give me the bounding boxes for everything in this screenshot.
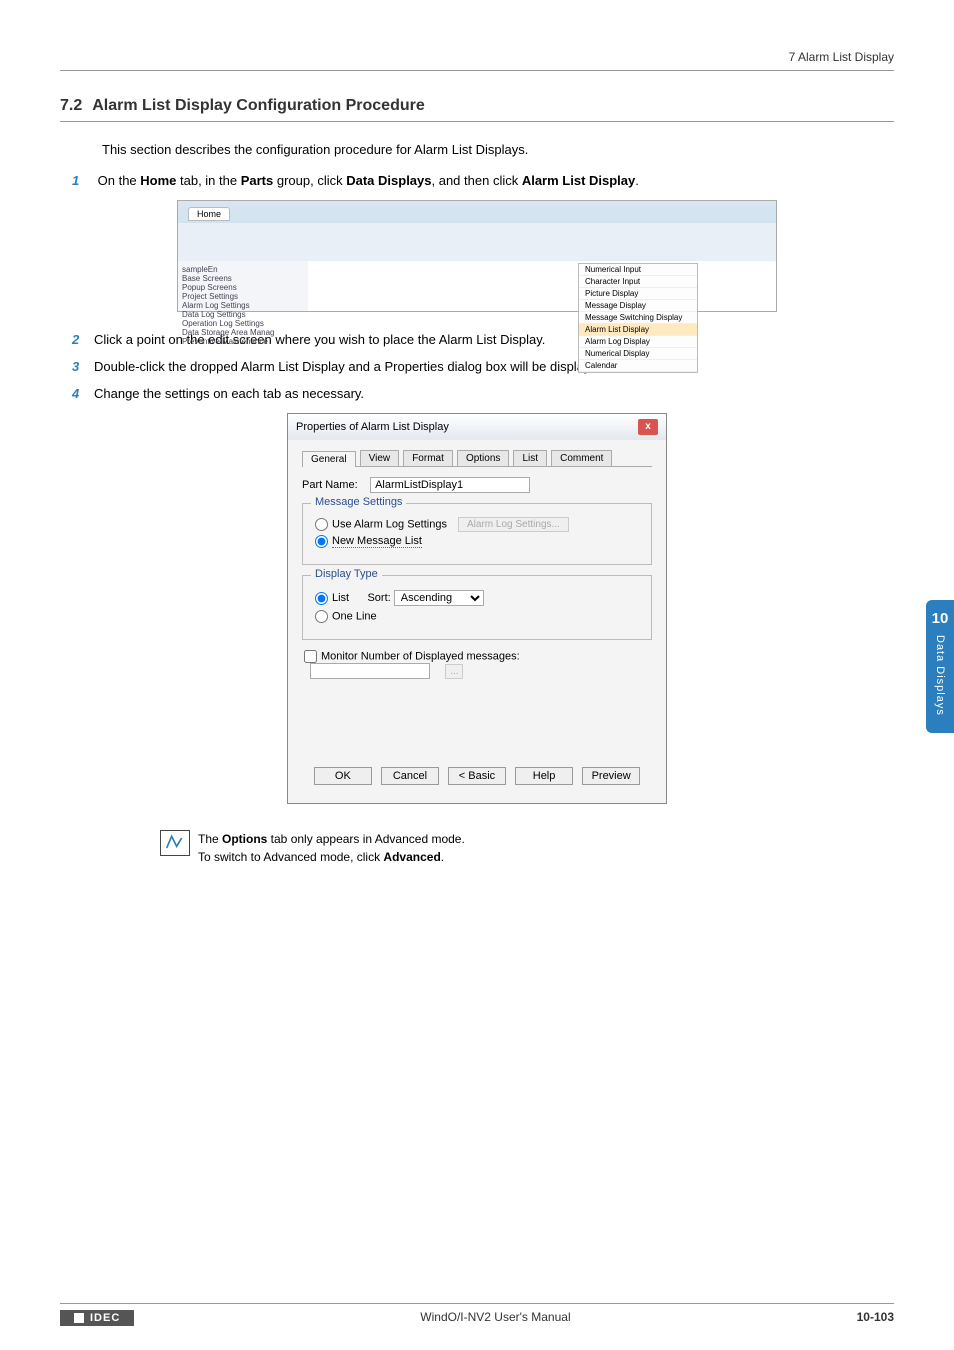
tab-format[interactable]: Format bbox=[403, 450, 453, 466]
menu-item[interactable]: Picture Display bbox=[579, 288, 697, 300]
menu-item[interactable]: Character Input bbox=[579, 276, 697, 288]
group-label-disp: Display Type bbox=[311, 568, 382, 580]
note: The Options tab only appears in Advanced… bbox=[160, 830, 894, 866]
sort-select[interactable]: Ascending bbox=[394, 590, 484, 606]
alarm-log-settings-button[interactable]: Alarm Log Settings... bbox=[458, 517, 569, 532]
footer-center: WindO/I-NV2 User's Manual bbox=[420, 1310, 570, 1326]
ok-button[interactable]: OK bbox=[314, 767, 372, 785]
menu-item[interactable]: Alarm Log Display bbox=[579, 336, 697, 348]
sort-label: Sort: bbox=[367, 592, 390, 604]
note-icon bbox=[160, 830, 190, 856]
menu-item[interactable]: Message Switching Display bbox=[579, 312, 697, 324]
part-name-input[interactable] bbox=[370, 477, 530, 493]
step-1: 1 On the Home tab, in the Parts group, c… bbox=[72, 173, 894, 188]
step-3-num: 3 bbox=[72, 359, 94, 374]
step-2-num: 2 bbox=[72, 332, 94, 347]
cancel-button[interactable]: Cancel bbox=[381, 767, 439, 785]
radio-use-alarm-log[interactable] bbox=[315, 518, 328, 531]
dialog-tabs: General View Format Options List Comment bbox=[302, 450, 652, 467]
monitor-checkbox[interactable] bbox=[304, 650, 317, 663]
footer-brand: IDEC bbox=[60, 1310, 134, 1326]
menu-item-selected[interactable]: Alarm List Display bbox=[579, 324, 697, 336]
footer-page: 10-103 bbox=[857, 1310, 894, 1326]
data-displays-menu[interactable]: Numerical Input Character Input Picture … bbox=[578, 263, 698, 373]
step-4: 4Change the settings on each tab as nece… bbox=[72, 386, 894, 401]
part-name-label: Part Name: bbox=[302, 479, 367, 491]
radio-new-message-list[interactable] bbox=[315, 535, 328, 548]
monitor-label: Monitor Number of Displayed messages: bbox=[321, 650, 520, 662]
step-4-text: Change the settings on each tab as neces… bbox=[94, 386, 364, 401]
chapter-label: Data Displays bbox=[934, 635, 946, 716]
tab-options[interactable]: Options bbox=[457, 450, 509, 466]
dialog-title: Properties of Alarm List Display bbox=[296, 421, 449, 433]
app-screenshot: Home sampleEn Base Screens Popup Screens… bbox=[177, 200, 777, 312]
tab-general[interactable]: General bbox=[302, 451, 356, 467]
tab-view[interactable]: View bbox=[360, 450, 400, 466]
tab-list[interactable]: List bbox=[513, 450, 547, 466]
step-1-text: On the Home tab, in the Parts group, cli… bbox=[98, 173, 639, 188]
basic-button[interactable]: < Basic bbox=[448, 767, 506, 785]
step-3: 3Double-click the dropped Alarm List Dis… bbox=[72, 359, 894, 374]
close-icon[interactable]: x bbox=[638, 419, 658, 435]
project-tree[interactable]: sampleEn Base Screens Popup Screens Proj… bbox=[178, 261, 308, 311]
note-text: The Options tab only appears in Advanced… bbox=[198, 830, 465, 866]
chapter-side-tab: 10 Data Displays bbox=[926, 600, 954, 733]
menu-item[interactable]: Calendar bbox=[579, 360, 697, 372]
message-settings-group: Message Settings Use Alarm Log Settings … bbox=[302, 503, 652, 565]
menu-item[interactable]: Message Display bbox=[579, 300, 697, 312]
menu-item[interactable]: Numerical Display bbox=[579, 348, 697, 360]
section-text: Alarm List Display Configuration Procedu… bbox=[92, 97, 425, 114]
step-3-text: Double-click the dropped Alarm List Disp… bbox=[94, 359, 609, 374]
monitor-browse-button[interactable]: ... bbox=[445, 664, 463, 679]
display-type-group: Display Type List Sort: Ascending One Li… bbox=[302, 575, 652, 640]
radio-one-line[interactable] bbox=[315, 610, 328, 623]
menu-item[interactable]: Numerical Input bbox=[579, 264, 697, 276]
preview-button[interactable]: Preview bbox=[582, 767, 640, 785]
group-label-msg: Message Settings bbox=[311, 496, 406, 508]
step-1-num: 1 bbox=[72, 173, 94, 188]
intro-text: This section describes the configuration… bbox=[102, 142, 894, 157]
monitor-input[interactable] bbox=[310, 663, 430, 679]
help-button[interactable]: Help bbox=[515, 767, 573, 785]
brand-icon bbox=[74, 1313, 84, 1323]
page-header-right: 7 Alarm List Display bbox=[60, 50, 894, 71]
chapter-num: 10 bbox=[926, 610, 954, 627]
ribbon-tab-home[interactable]: Home bbox=[188, 207, 230, 221]
section-num: 7.2 bbox=[60, 97, 82, 114]
tab-comment[interactable]: Comment bbox=[551, 450, 612, 466]
radio-list[interactable] bbox=[315, 592, 328, 605]
properties-dialog: Properties of Alarm List Display x Gener… bbox=[287, 413, 667, 804]
section-title: 7.2 Alarm List Display Configuration Proc… bbox=[60, 97, 894, 122]
step-4-num: 4 bbox=[72, 386, 94, 401]
step-2-text: Click a point on the edit screen where y… bbox=[94, 332, 545, 347]
